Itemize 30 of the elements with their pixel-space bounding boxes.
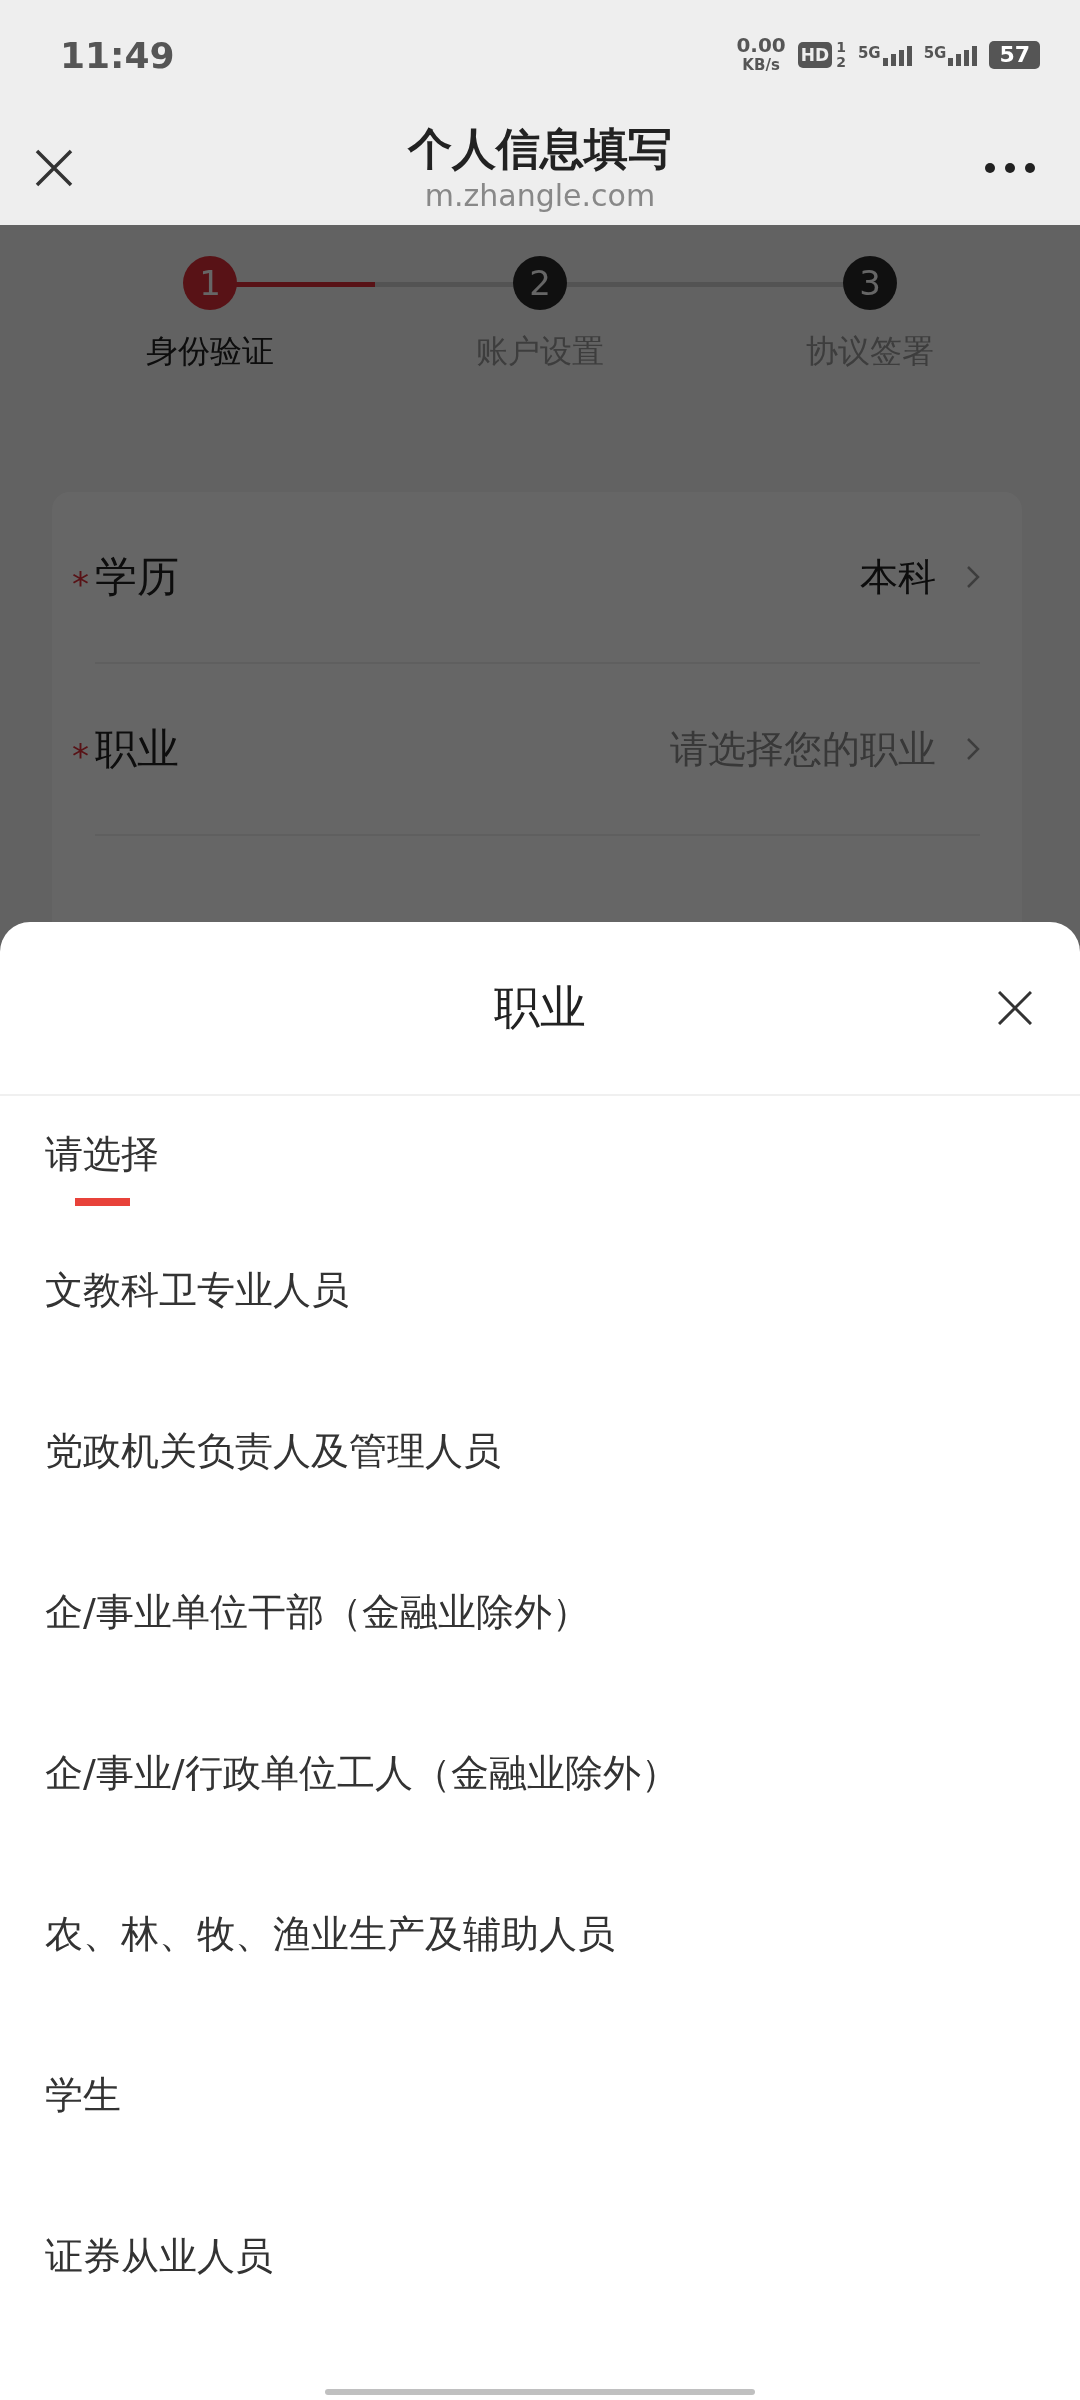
chevron-icon [966,565,980,589]
network-speed: 0.00 KB/s [736,35,786,75]
step-number: 3 [843,256,897,310]
option-item[interactable]: 企/事业单位干部（金融业除外） [0,1532,1080,1693]
close-icon[interactable] [35,148,73,187]
option-item[interactable]: 企/事业/行政单位工人（金融业除外） [0,1693,1080,1854]
option-item[interactable]: 学生 [0,2015,1080,2176]
hd-icon: HD [797,42,833,68]
page-url: m.zhangle.com [424,176,656,215]
required-mark: * [72,736,89,776]
picker-tab[interactable]: 请选择 [45,1129,159,1206]
chevron-icon [966,737,980,761]
sheet-title: 职业 [494,979,586,1036]
option-item[interactable]: 文教科卫专业人员 [0,1210,1080,1371]
battery-icon: 57 [989,41,1040,69]
step-label: 身份验证 [146,331,274,372]
option-item[interactable]: 党政机关负责人及管理人员 [0,1371,1080,1532]
page-title: 个人信息填写 [408,121,672,176]
close-icon[interactable] [998,991,1032,1025]
field-label: 学历 [95,551,180,603]
field-value: 本科 [860,553,936,601]
option-item[interactable]: 农、林、牧、渔业生产及辅助人员 [0,1854,1080,2015]
field-label: 职业 [95,723,180,775]
required-mark: * [72,564,89,604]
status-time: 11:49 [60,34,176,76]
option-item[interactable]: 证券从业人员 [0,2176,1080,2337]
step-number: 1 [183,256,237,310]
more-icon[interactable] [985,162,1035,173]
sim-slot-label: 1 2 [836,40,846,70]
step-number: 2 [513,256,567,310]
